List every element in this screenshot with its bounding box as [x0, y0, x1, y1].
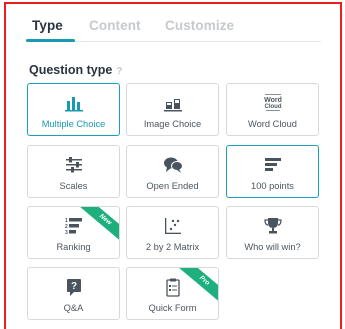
card-label: 2 by 2 Matrix — [145, 242, 200, 252]
word-cloud-icon-cloud: Cloud — [264, 104, 281, 110]
tab-bar: Type Content Customize — [26, 18, 321, 42]
svg-text:3: 3 — [65, 230, 68, 236]
card-label: Word Cloud — [248, 119, 297, 129]
tab-customize[interactable]: Customize — [165, 18, 234, 33]
card-scales[interactable]: Scales — [27, 145, 120, 198]
card-ranking[interactable]: 1 2 3 Ranking New — [27, 206, 120, 259]
active-tab-indicator — [26, 39, 75, 42]
tab-type[interactable]: Type — [32, 18, 63, 33]
card-label: Who will win? — [244, 242, 301, 252]
card-label: Image Choice — [143, 119, 202, 129]
sliders-icon — [65, 157, 82, 173]
qa-icon: ? — [66, 279, 81, 296]
card-label: 100 points — [251, 181, 294, 191]
bar-chart-icon — [64, 97, 83, 112]
word-cloud-icon: Word Cloud — [264, 94, 282, 111]
card-label: Q&A — [63, 303, 84, 313]
word-cloud-icon-word: Word — [264, 97, 282, 104]
tab-content[interactable]: Content — [89, 18, 141, 33]
card-who-will-win[interactable]: Who will win? — [226, 206, 319, 259]
card-label: Scales — [59, 181, 88, 191]
stacked-lines-icon — [264, 158, 281, 171]
clipboard-form-icon — [165, 278, 180, 297]
matrix-scatter-icon — [164, 218, 181, 234]
trophy-icon — [263, 218, 282, 234]
svg-text:?: ? — [70, 281, 76, 292]
card-100-points[interactable]: 100 points — [226, 145, 319, 198]
help-icon[interactable]: ? — [116, 66, 122, 77]
card-label: Open Ended — [146, 181, 199, 191]
image-choice-icon — [163, 99, 182, 112]
card-2-by-2-matrix[interactable]: 2 by 2 Matrix — [126, 206, 219, 259]
section-title: Question type? — [29, 63, 122, 77]
card-quick-form[interactable]: Quick Form Pro — [126, 267, 219, 320]
card-label: Ranking — [56, 242, 91, 252]
card-open-ended[interactable]: Open Ended — [126, 145, 219, 198]
card-multiple-choice[interactable]: Multiple Choice — [27, 83, 120, 136]
card-image-choice[interactable]: Image Choice — [126, 83, 219, 136]
ranking-icon: 1 2 3 — [65, 218, 82, 236]
card-label: Multiple Choice — [41, 119, 106, 129]
section-title-text: Question type — [29, 63, 113, 77]
card-label: Quick Form — [148, 303, 197, 313]
speech-bubbles-icon — [163, 157, 183, 173]
card-qa[interactable]: ? Q&A — [27, 267, 120, 320]
card-word-cloud[interactable]: Word Cloud Word Cloud — [226, 83, 319, 136]
